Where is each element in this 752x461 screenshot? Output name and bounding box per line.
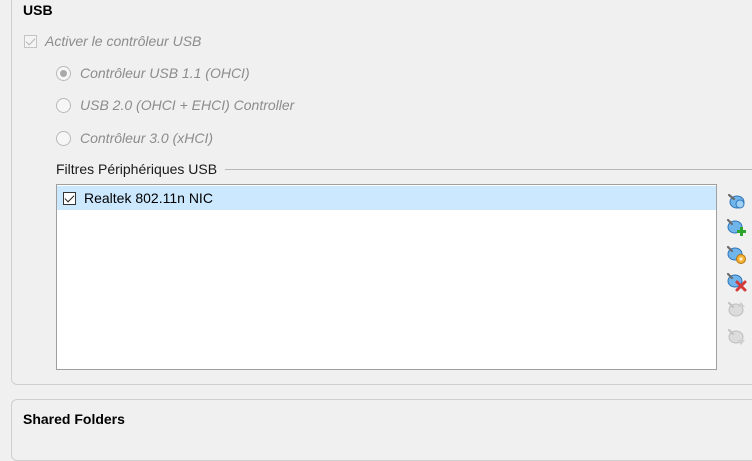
radio-usb-2-0-button[interactable] <box>56 97 71 113</box>
shared-folders-panel <box>11 399 752 461</box>
filter-enabled-checkbox[interactable] <box>63 191 76 205</box>
radio-usb-1-1[interactable]: Contrôleur USB 1.1 (OHCI) <box>56 65 250 81</box>
radio-usb-3-0-label: Contrôleur 3.0 (xHCI) <box>80 130 214 146</box>
radio-usb-3-0-button[interactable] <box>56 130 71 146</box>
enable-usb-controller-checkbox[interactable]: Activer le contrôleur USB <box>24 33 201 49</box>
radio-usb-1-1-label: Contrôleur USB 1.1 (OHCI) <box>80 65 250 81</box>
list-item[interactable]: Realtek 802.11n NIC <box>57 186 716 210</box>
radio-usb-3-0[interactable]: Contrôleur 3.0 (xHCI) <box>56 130 213 146</box>
checkbox-box[interactable] <box>24 34 37 48</box>
usb-filters-title: Filtres Périphériques USB <box>56 161 224 177</box>
move-filter-down-icon[interactable] <box>725 326 747 348</box>
usb-filters-list[interactable]: Realtek 802.11n NIC <box>56 184 717 370</box>
filter-label: Realtek 802.11n NIC <box>84 190 213 206</box>
add-filter-from-device-icon[interactable] <box>725 216 747 238</box>
radio-usb-2-0-label: USB 2.0 (OHCI + EHCI) Controller <box>80 97 295 113</box>
remove-filter-icon[interactable] <box>725 270 747 292</box>
enable-usb-controller-label: Activer le contrôleur USB <box>45 33 202 49</box>
move-filter-up-icon[interactable] <box>725 298 747 320</box>
edit-filter-icon[interactable] <box>725 243 747 265</box>
usb-section-title: USB <box>23 2 53 18</box>
radio-usb-2-0[interactable]: USB 2.0 (OHCI + EHCI) Controller <box>56 97 294 113</box>
radio-usb-1-1-button[interactable] <box>56 65 71 81</box>
filters-group-divider <box>225 169 752 170</box>
shared-folders-section-title: Shared Folders <box>23 411 125 427</box>
add-empty-filter-icon[interactable] <box>725 189 747 211</box>
